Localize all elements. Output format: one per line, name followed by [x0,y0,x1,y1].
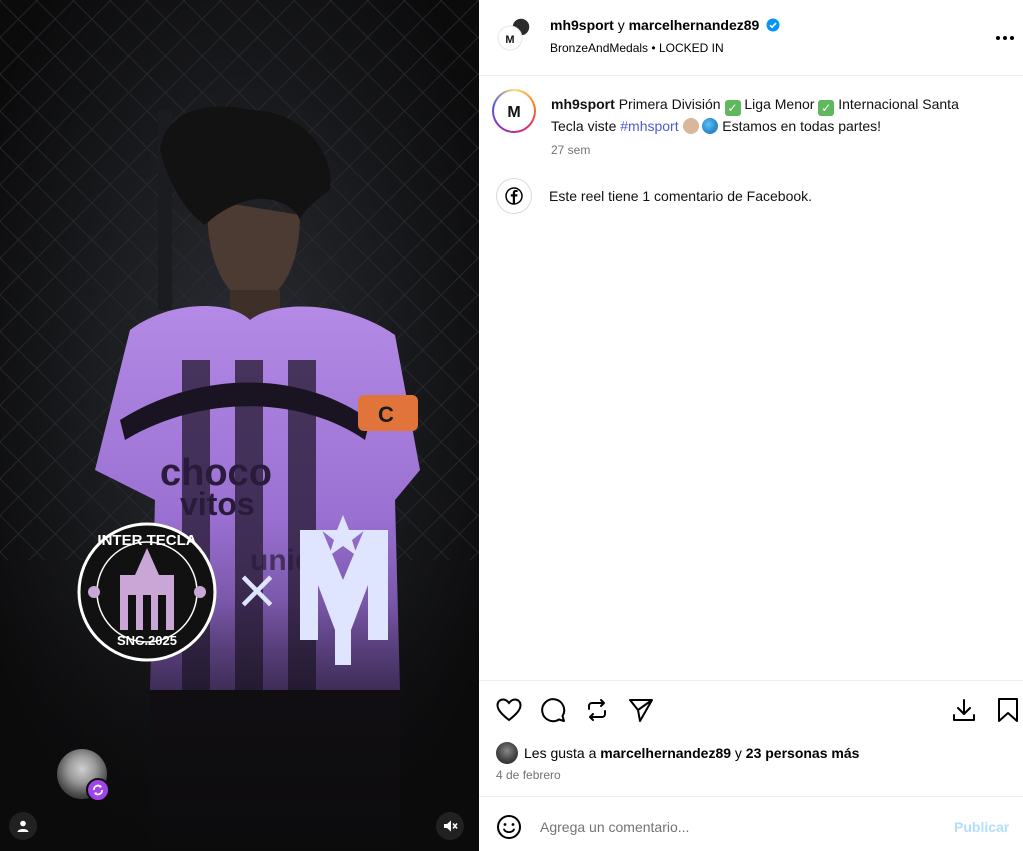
tagged-users-icon[interactable] [9,812,37,840]
comment-bar: Publicar [479,796,1023,851]
svg-text:M: M [505,34,514,46]
collab-avatars[interactable]: M [496,16,532,52]
jersey-sponsor-2: vitos [180,486,255,522]
caption-text-2: Liga Menor [744,96,815,112]
heart-icon[interactable] [494,695,524,725]
post-authors: mh9sport y marcelhernandez89 [550,17,780,33]
liker-username-link[interactable]: marcelhernandez89 [600,745,731,761]
publish-button[interactable]: Publicar [954,819,1009,835]
caption-username-link[interactable]: mh9sport [551,96,615,112]
post-caption: mh9sport Primera División ✓ Liga Menor ✓… [551,94,981,137]
check-mark-icon: ✓ [724,100,741,116]
caption-text-4: Estamos en todas partes! [722,118,882,134]
post-panel: M mh9sport y marcelhernandez89 BronzeAnd… [479,0,1023,851]
verified-badge-icon [766,18,780,32]
post-header: M mh9sport y marcelhernandez89 BronzeAnd… [479,0,1023,76]
likes-prefix: Les gusta a [524,745,597,761]
authors-conjunction: y [617,17,625,33]
repost-icon[interactable] [582,695,612,725]
mute-icon[interactable] [436,812,464,840]
author-secondary-link[interactable]: marcelhernandez89 [629,17,760,33]
more-horizontal-icon[interactable] [993,26,1017,50]
audio-separator: • [651,41,656,55]
audio-artist-link[interactable]: BronzeAndMedals [550,41,648,55]
clapping-hands-icon [682,118,699,134]
inter-tecla-badge: INTER TECLA SNC.2025 [77,522,217,662]
hashtag-link[interactable]: #mhsport [620,118,678,134]
check-mark-icon: ✓ [818,100,835,116]
collab-cross: × [234,558,279,621]
likes-others-link[interactable]: 23 personas más [746,745,860,761]
author-primary-link[interactable]: mh9sport [550,17,614,33]
svg-text:M: M [507,104,520,121]
liker-avatar[interactable] [496,742,518,764]
audio-track-link[interactable]: LOCKED IN [659,41,724,55]
caption-text-1: Primera División [618,96,721,112]
caption-avatar[interactable]: M [492,89,536,133]
bookmark-icon[interactable] [993,695,1023,725]
reel-video-frame: C choco vitos uniqu INTER TECLA SNC.2025… [0,0,479,851]
facebook-comments-note: Este reel tiene 1 comentario de Facebook… [549,188,813,204]
likes-conjunction: y [734,745,742,761]
likes-summary: Les gusta a marcelhernandez89 y 23 perso… [496,742,859,764]
badge-bottom-text: SNC.2025 [117,633,177,648]
collab-badge-icon [86,778,110,802]
audio-info: BronzeAndMedals • LOCKED IN [550,41,724,55]
facebook-icon [496,178,532,214]
badge-top-text: INTER TECLA [97,532,196,549]
download-icon[interactable] [949,695,979,725]
post-time[interactable]: 27 sem [551,143,590,157]
comment-icon[interactable] [538,695,568,725]
svg-text:C: C [378,402,394,427]
emoji-picker-icon[interactable] [496,814,522,840]
action-bar: Les gusta a marcelhernandez89 y 23 perso… [479,680,1023,796]
post-date[interactable]: 4 de febrero [496,768,561,782]
globe-icon [702,118,719,134]
send-icon[interactable] [626,695,656,725]
reel-media[interactable]: C choco vitos uniqu INTER TECLA SNC.2025… [0,0,479,851]
comment-input[interactable] [540,815,920,839]
